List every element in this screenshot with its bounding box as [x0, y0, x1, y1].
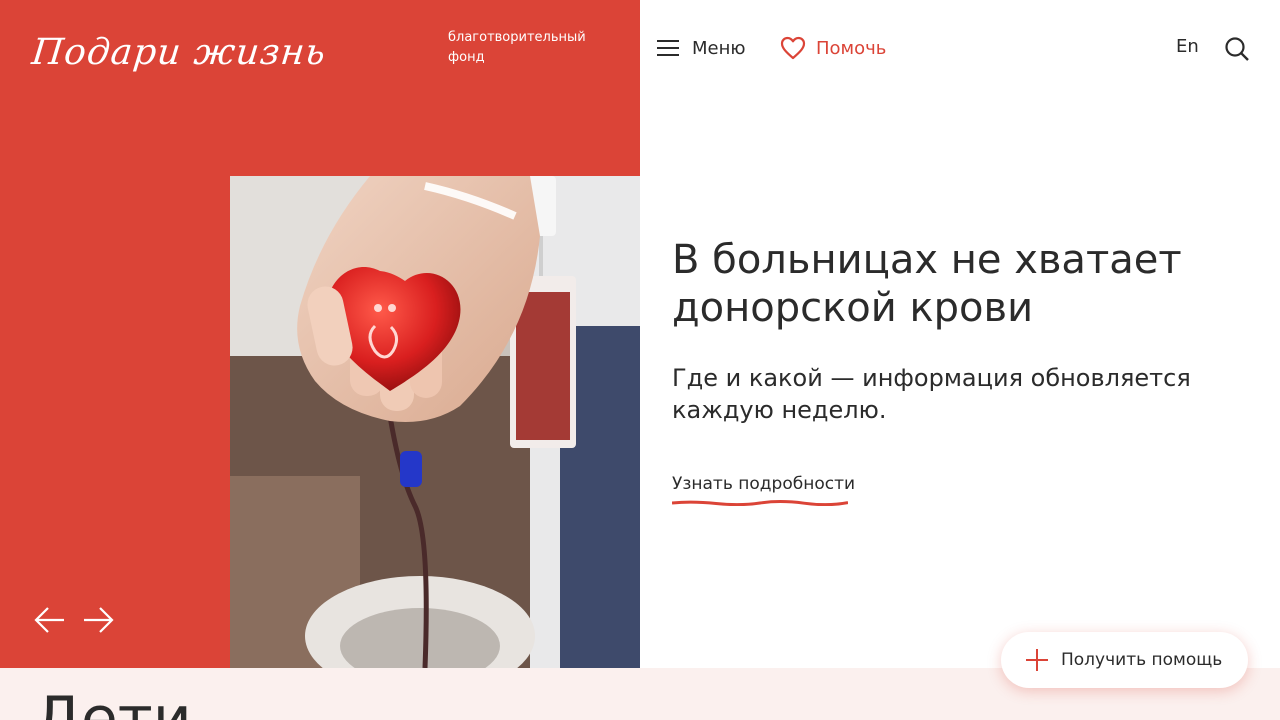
- hamburger-icon: [657, 40, 679, 56]
- arrow-right-icon: [84, 607, 114, 633]
- get-help-button[interactable]: Получить помощь: [1001, 632, 1248, 688]
- search-icon: [1225, 37, 1249, 61]
- heart-stress-ball-photo-icon: [230, 176, 640, 668]
- header-nav: Меню Помочь En: [640, 0, 1280, 96]
- heart-icon: [780, 36, 806, 60]
- menu-button[interactable]: Меню: [656, 34, 746, 62]
- menu-label: Меню: [692, 37, 746, 59]
- arrow-left-icon: [34, 607, 64, 633]
- search-button[interactable]: [1224, 36, 1250, 62]
- slide-subtitle: Где и какой — информация обновляется каж…: [672, 364, 1191, 424]
- plus-icon: [1026, 649, 1048, 671]
- help-label: Помочь: [816, 37, 887, 59]
- logo-text: Подари жизнь: [29, 32, 329, 73]
- logo[interactable]: Подари жизнь: [30, 22, 328, 92]
- slide-headline: В больницах не хватает донорской крови: [672, 237, 1182, 331]
- get-help-label: Получить помощь: [1061, 650, 1223, 670]
- learn-more-link[interactable]: Узнать подробности: [672, 474, 855, 494]
- hero-photo: [230, 176, 640, 668]
- help-button[interactable]: Помочь: [780, 34, 886, 62]
- next-section-title: Дети: [34, 684, 192, 720]
- slider-next-button[interactable]: [80, 600, 116, 640]
- fund-label: благотворительный фонд: [448, 30, 586, 65]
- slider-prev-button[interactable]: [32, 600, 68, 640]
- language-switch[interactable]: En: [1176, 36, 1199, 57]
- link-underline-stroke: [672, 500, 848, 506]
